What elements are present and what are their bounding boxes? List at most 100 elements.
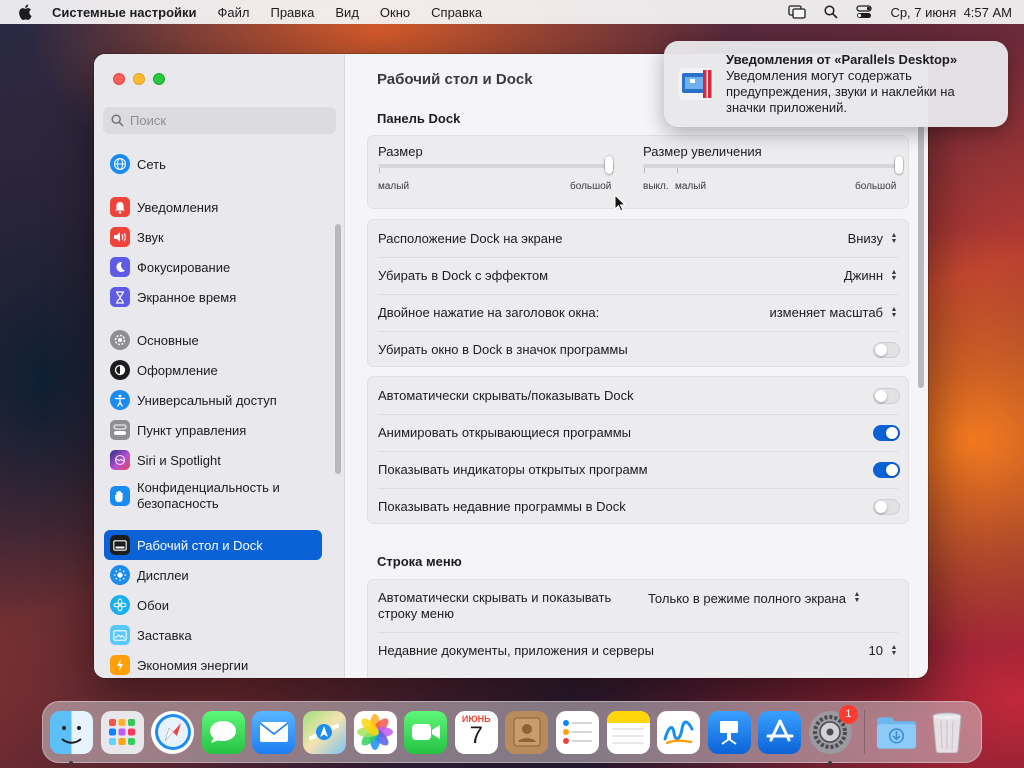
autohide-dock-row[interactable]: Автоматически скрывать/показывать Dock — [368, 377, 910, 414]
dock-notes[interactable] — [606, 710, 650, 754]
dock-position-label: Расположение Dock на экране — [378, 231, 563, 246]
spotlight-search-icon[interactable] — [824, 5, 839, 19]
dock-position-row[interactable]: Расположение Dock на экране Внизу ▲ ▼ — [368, 220, 910, 257]
sidebar-item-network[interactable]: Сеть — [104, 149, 322, 179]
sidebar-item-desktop-dock[interactable]: Рабочий стол и Dock — [104, 530, 322, 560]
dock-mail[interactable] — [252, 710, 296, 754]
sidebar-item-general[interactable]: Основные — [104, 325, 322, 355]
sidebar-item-screensaver[interactable]: Заставка — [104, 620, 322, 650]
sidebar-item-appearance[interactable]: Оформление — [104, 355, 322, 385]
minimize-button[interactable] — [133, 73, 145, 85]
show-recent-apps-row[interactable]: Показывать недавние программы в Dock — [368, 488, 910, 525]
recent-items-row[interactable]: Недавние документы, приложения и серверы… — [368, 632, 910, 669]
magnification-slider-block: Размер увеличения — [643, 144, 899, 159]
double-click-label: Двойное нажатие на заголовок окна: — [378, 305, 600, 320]
dock-keynote[interactable] — [707, 710, 751, 754]
facetime-icon — [411, 724, 440, 740]
dock-reminders[interactable] — [555, 710, 599, 754]
minimize-into-app-toggle[interactable] — [873, 341, 900, 358]
menu-window[interactable]: Окно — [380, 5, 410, 20]
launchpad-icon — [109, 719, 136, 745]
sidebar-item-siri[interactable]: Siri и Spotlight — [104, 445, 322, 475]
recent-items-value: 10 — [868, 643, 883, 658]
autohide-menubar-row[interactable]: Автоматически скрывать и показывать стро… — [368, 580, 910, 632]
minimize-effect-select[interactable]: Джинн ▲ ▼ — [844, 268, 900, 284]
dock-contacts[interactable] — [505, 710, 549, 754]
animate-apps-row[interactable]: Анимировать открывающиеся программы — [368, 414, 910, 451]
menubar-section-title: Строка меню — [377, 554, 462, 569]
size-slider-track[interactable] — [378, 164, 614, 168]
sidebar-item-focus[interactable]: Фокусирование — [104, 252, 322, 282]
notification-badge: 1 — [838, 704, 858, 724]
dock-app-store[interactable] — [758, 710, 802, 754]
minimize-into-app-row[interactable]: Убирать окно в Dock в значок программы — [368, 331, 910, 368]
globe-icon — [110, 154, 130, 174]
downloads-folder-icon — [876, 717, 916, 749]
minimize-effect-value: Джинн — [843, 268, 883, 283]
search-icon — [111, 114, 124, 127]
menu-app-name[interactable]: Системные настройки — [52, 5, 197, 20]
sidebar-item-displays[interactable]: Дисплеи — [104, 560, 322, 590]
dock-launchpad[interactable] — [100, 710, 144, 754]
freeform-icon — [663, 720, 694, 745]
sidebar-item-control-center[interactable]: Пункт управления — [104, 415, 322, 445]
magnification-slider-knob[interactable] — [895, 156, 903, 174]
sidebar-item-privacy[interactable]: Конфиденциальность и безопасность — [104, 475, 322, 517]
apple-logo-icon[interactable] — [18, 4, 32, 20]
sidebar-item-wallpaper[interactable]: Обои — [104, 590, 322, 620]
autohide-menubar-select[interactable]: Только в режиме полного экрана ▲ ▼ — [648, 590, 863, 606]
system-settings-window: Поиск Сеть Уведомления Звук Фокусировани… — [94, 54, 928, 678]
show-recent-apps-label: Показывать недавние программы в Dock — [378, 499, 626, 514]
content-scrollbar[interactable] — [918, 126, 924, 388]
dock-system-settings[interactable]: 1 — [808, 704, 858, 765]
dock-maps[interactable] — [302, 710, 346, 754]
dock-trash[interactable] — [925, 711, 968, 754]
sidebar-item-notifications[interactable]: Уведомления — [104, 192, 322, 222]
dock-downloads[interactable] — [875, 711, 918, 754]
autohide-menubar-label: Автоматически скрывать и показывать стро… — [378, 590, 612, 621]
magnification-min-label: малый — [675, 181, 707, 192]
sidebar-item-energy[interactable]: Экономия энергии — [104, 650, 322, 678]
sidebar-item-screen-time[interactable]: Экранное время — [104, 282, 322, 312]
control-center-menubar-icon[interactable] — [856, 5, 873, 19]
reminders-icon — [563, 720, 593, 744]
dock-facetime[interactable] — [404, 710, 448, 754]
menu-help[interactable]: Справка — [431, 5, 482, 20]
minimize-effect-label: Убирать в Dock с эффектом — [378, 268, 549, 283]
notification-banner[interactable]: Уведомления от «Parallels Desktop» Уведо… — [664, 41, 1008, 127]
size-slider-knob[interactable] — [605, 156, 614, 174]
screen-mirroring-icon[interactable] — [788, 5, 807, 19]
magnification-slider-track[interactable] — [643, 164, 899, 168]
close-button[interactable] — [113, 73, 125, 85]
minimize-effect-row[interactable]: Убирать в Dock с эффектом Джинн ▲ ▼ — [368, 257, 910, 294]
menubar-clock[interactable]: Ср, 7 июня 4:57 AM — [890, 5, 1012, 20]
dock-finder[interactable] — [50, 710, 93, 765]
double-click-select[interactable]: изменяет масштаб ▲ ▼ — [769, 305, 900, 321]
dock-safari[interactable] — [151, 710, 195, 754]
menu-view[interactable]: Вид — [335, 5, 359, 20]
sidebar-item-sound[interactable]: Звук — [104, 222, 322, 252]
menu-edit[interactable]: Правка — [270, 5, 314, 20]
autohide-dock-toggle[interactable] — [873, 387, 900, 404]
dock-messages[interactable] — [201, 710, 245, 754]
zoom-button[interactable] — [153, 73, 165, 85]
search-input[interactable]: Поиск — [103, 107, 336, 134]
double-click-row[interactable]: Двойное нажатие на заголовок окна: измен… — [368, 294, 910, 331]
dock-photos[interactable] — [353, 710, 397, 754]
show-indicators-toggle[interactable] — [873, 461, 900, 478]
sidebar-scrollbar[interactable] — [335, 224, 341, 474]
menu-file[interactable]: Файл — [218, 5, 250, 20]
show-indicators-row[interactable]: Показывать индикаторы открытых программ — [368, 451, 910, 488]
recent-items-select[interactable]: 10 ▲ ▼ — [869, 643, 900, 659]
dock-position-select[interactable]: Внизу ▲ ▼ — [848, 231, 900, 247]
sidebar-item-label: Звук — [137, 229, 164, 245]
app-store-icon — [766, 719, 794, 742]
settings-content: Рабочий стол и Dock Панель Dock Размер м… — [346, 54, 928, 678]
dock-freeform[interactable] — [657, 710, 701, 754]
sidebar-item-accessibility[interactable]: Универсальный доступ — [104, 385, 322, 415]
autohide-menubar-value: Только в режиме полного экрана — [648, 590, 846, 606]
show-recent-apps-toggle[interactable] — [873, 498, 900, 515]
sidebar-item-label: Экранное время — [137, 289, 237, 305]
dock-calendar[interactable]: ИЮНЬ 7 — [454, 710, 498, 754]
animate-apps-toggle[interactable] — [873, 424, 900, 441]
